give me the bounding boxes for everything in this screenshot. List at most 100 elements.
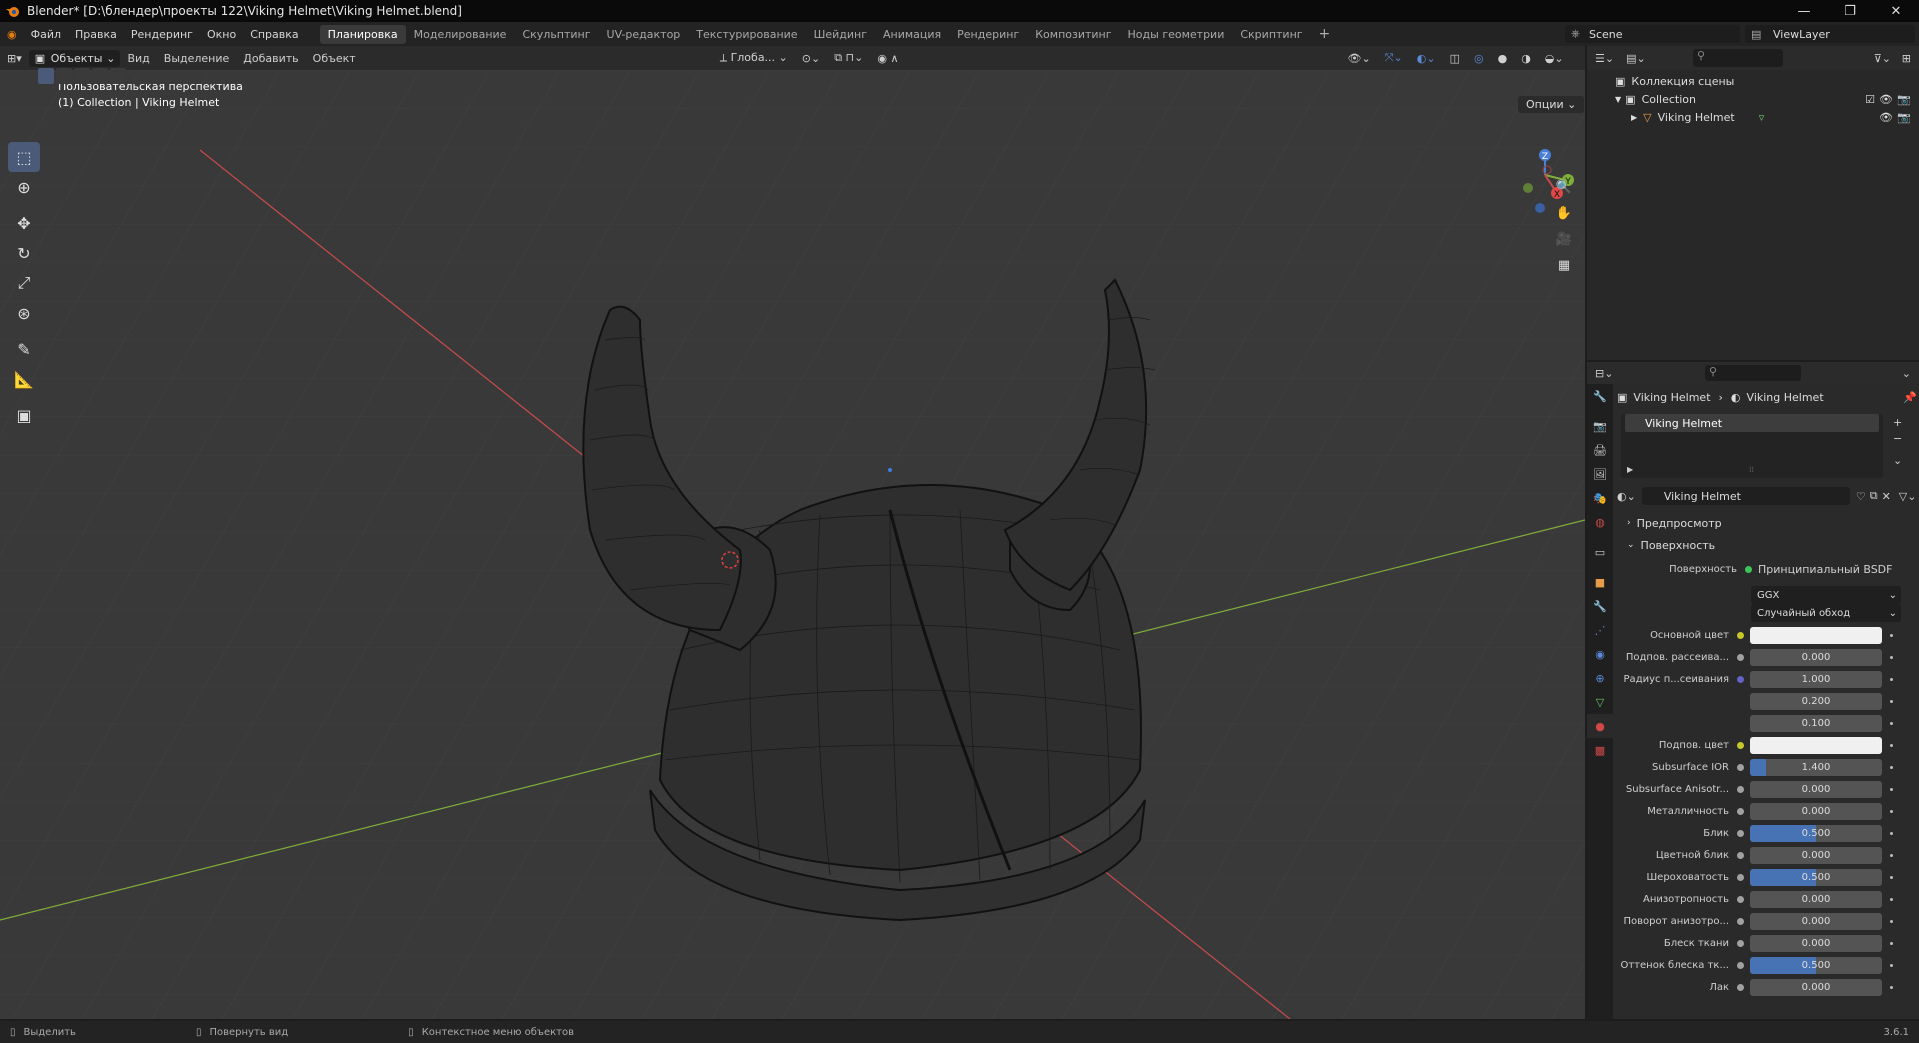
animate-dot-icon[interactable] (1890, 633, 1893, 637)
numeric-field[interactable]: 0.000 (1750, 648, 1882, 666)
socket-icon[interactable] (1737, 763, 1744, 771)
visibility-icon[interactable]: 👁⌄ (1341, 52, 1378, 65)
display-mode-icon[interactable]: ▤⌄ (1626, 52, 1646, 65)
transform-orientation-dropdown[interactable]: ⟂ Глоба... ⌄ (713, 51, 795, 65)
socket-icon[interactable] (1737, 675, 1744, 683)
chevron-down-icon[interactable]: ⌄ (1902, 367, 1911, 380)
zoom-icon[interactable]: 🔍 (1553, 176, 1575, 198)
color-swatch[interactable] (1750, 626, 1882, 644)
animate-dot-icon[interactable] (1890, 765, 1893, 769)
render-camera-icon[interactable]: 📷 (1897, 93, 1911, 106)
new-collection-icon[interactable]: ⊞ (1902, 52, 1911, 65)
overlays-toggle-icon[interactable]: ◐⌄ (1410, 52, 1443, 65)
minimize-button[interactable]: — (1781, 0, 1827, 22)
numeric-field[interactable]: 0.000 (1750, 978, 1882, 996)
world-tab-icon[interactable]: ◍ (1587, 510, 1613, 534)
animate-dot-icon[interactable] (1890, 985, 1893, 989)
animate-dot-icon[interactable] (1890, 897, 1893, 901)
object-mode-dropdown[interactable]: ▣ Объекты ⌄ (28, 49, 121, 67)
animate-dot-icon[interactable] (1890, 875, 1893, 879)
data-tab-icon[interactable]: ▽ (1587, 690, 1613, 714)
tab-scripting[interactable]: Скриптинг (1232, 25, 1310, 44)
numeric-field[interactable]: 1.000 (1750, 670, 1882, 688)
scene-selector[interactable]: ⎈ Scene (1565, 25, 1740, 43)
tab-uv-editing[interactable]: UV-редактор (599, 25, 689, 44)
properties-search-input[interactable]: ⚲ (1705, 365, 1801, 381)
material-tab-icon[interactable]: ● (1587, 714, 1613, 738)
collection-tab-icon[interactable]: ▭ (1587, 540, 1613, 564)
material-slot-list[interactable]: Viking Helmet ▶ ⁞⁞ (1621, 414, 1883, 478)
animate-dot-icon[interactable] (1890, 721, 1893, 725)
scene-tab-icon[interactable]: 🎭 (1587, 486, 1613, 510)
add-cube-tool-icon[interactable]: ▣ (8, 400, 40, 430)
socket-icon[interactable] (1737, 785, 1744, 793)
xray-toggle-icon[interactable]: ◫ (1443, 52, 1467, 65)
outliner-editor-icon[interactable]: ☰⌄ (1595, 52, 1614, 65)
expand-arrow-icon[interactable]: ▼ (1615, 95, 1621, 104)
animate-dot-icon[interactable] (1890, 853, 1893, 857)
color-swatch[interactable] (1750, 736, 1882, 754)
animate-dot-icon[interactable] (1890, 787, 1893, 791)
select-box-tool-icon[interactable]: ⬚ (8, 142, 40, 172)
numeric-field[interactable]: 0.000 (1750, 780, 1882, 798)
duplicate-material-icon[interactable]: ⧉ (1870, 489, 1878, 503)
animate-dot-icon[interactable] (1890, 941, 1893, 945)
menu-file[interactable]: Файл (24, 28, 68, 41)
link-mode-icon[interactable]: ▽⌄ (1899, 490, 1917, 503)
ortho-toggle-icon[interactable]: ▦ (1553, 254, 1575, 276)
tab-texture-paint[interactable]: Текстурирование (688, 25, 805, 44)
animate-dot-icon[interactable] (1890, 831, 1893, 835)
socket-icon[interactable] (1737, 961, 1744, 969)
list-resize-handle-icon[interactable]: ⁞⁞ (1749, 465, 1754, 474)
numeric-field[interactable]: 1.400 (1750, 758, 1882, 776)
numeric-field[interactable]: 0.500 (1750, 824, 1882, 842)
socket-icon[interactable] (1737, 895, 1744, 903)
menu-render[interactable]: Рендеринг (124, 28, 200, 41)
filter-icon[interactable]: ⊽⌄ (1874, 52, 1891, 65)
unlink-material-icon[interactable]: ✕ (1882, 490, 1891, 503)
animate-dot-icon[interactable] (1890, 809, 1893, 813)
transform-tool-icon[interactable]: ⊛ (8, 298, 40, 328)
preview-panel-header[interactable]: › Предпросмотр (1617, 512, 1917, 534)
slot-specials-icon[interactable]: ⌄ (1893, 454, 1902, 467)
socket-icon[interactable] (1737, 939, 1744, 947)
menu-view[interactable]: Вид (120, 52, 156, 65)
list-expand-icon[interactable]: ▶ (1627, 465, 1633, 474)
render-camera-icon[interactable]: 📷 (1897, 111, 1911, 124)
animate-dot-icon[interactable] (1890, 919, 1893, 923)
menu-edit[interactable]: Правка (68, 28, 124, 41)
shading-rendered-icon[interactable]: ◒⌄ (1538, 52, 1571, 65)
numeric-field[interactable]: 0.500 (1750, 956, 1882, 974)
tool-tab-icon[interactable]: 🔧 (1587, 384, 1613, 408)
animate-dot-icon[interactable] (1890, 655, 1893, 659)
eye-icon[interactable]: 👁 (1879, 111, 1893, 124)
numeric-field[interactable]: 0.000 (1750, 912, 1882, 930)
expand-arrow-icon[interactable]: ▶ (1631, 113, 1637, 122)
menu-help[interactable]: Справка (243, 28, 305, 41)
menu-object[interactable]: Объект (306, 52, 363, 65)
editor-type-icon[interactable]: ⊞▾ (0, 52, 29, 65)
tab-geometry-nodes[interactable]: Ноды геометрии (1120, 25, 1233, 44)
numeric-field[interactable]: 0.000 (1750, 890, 1882, 908)
animate-dot-icon[interactable] (1890, 963, 1893, 967)
proportional-edit-icon[interactable]: ◉ ∧ (870, 52, 905, 65)
snap-icon[interactable]: ⧉ ⊓⌄ (827, 51, 870, 65)
material-slot-item[interactable]: Viking Helmet (1625, 414, 1879, 432)
annotate-tool-icon[interactable]: ✎ (8, 334, 40, 364)
move-tool-icon[interactable]: ✥ (8, 208, 40, 238)
outliner-scene-collection[interactable]: ▣ Коллекция сцены (1587, 72, 1919, 90)
menu-window[interactable]: Окно (200, 28, 243, 41)
select-subtract-icon[interactable] (74, 68, 90, 84)
socket-icon[interactable] (1737, 829, 1744, 837)
gizmo-toggle-icon[interactable]: ⤧⌄ (1378, 51, 1410, 65)
socket-icon[interactable] (1737, 873, 1744, 881)
socket-icon[interactable] (1737, 807, 1744, 815)
animate-dot-icon[interactable] (1890, 699, 1893, 703)
numeric-field[interactable]: 0.500 (1750, 868, 1882, 886)
3d-viewport[interactable]: ⊞▾ ▣ Объекты ⌄ Вид Выделение Добавить Об… (0, 46, 1585, 1019)
scale-tool-icon[interactable]: ⤢ (8, 268, 40, 298)
socket-icon[interactable] (1737, 983, 1744, 991)
add-slot-button[interactable]: + (1893, 416, 1902, 429)
constraints-tab-icon[interactable]: ⊕ (1587, 666, 1613, 690)
tab-modeling[interactable]: Моделирование (406, 25, 515, 44)
